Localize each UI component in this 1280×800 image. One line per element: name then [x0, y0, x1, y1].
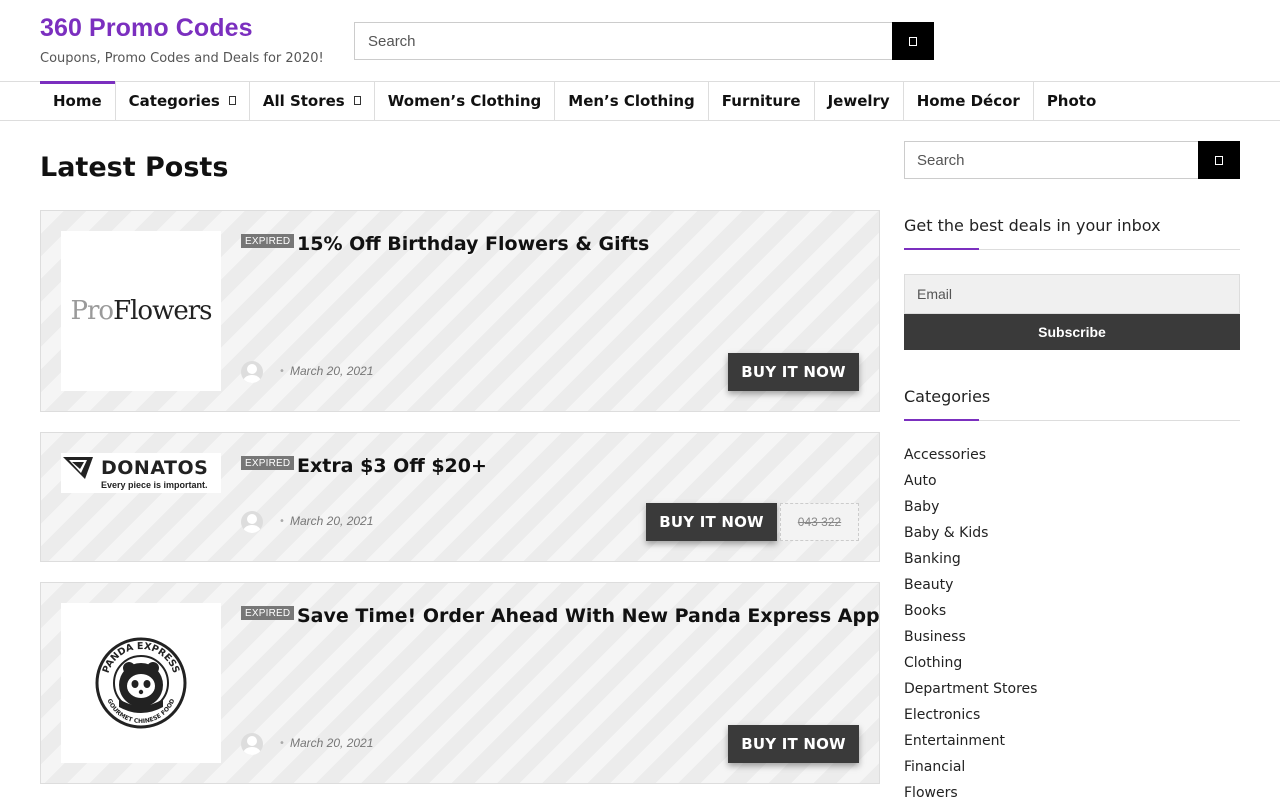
- category-link[interactable]: Clothing: [904, 653, 1037, 679]
- categories-widget-title: Categories: [904, 387, 1240, 421]
- nav-item-label: Photo: [1046, 92, 1097, 110]
- category-link[interactable]: Baby & Kids: [904, 523, 1037, 549]
- panda-express-logo: PANDA EXPRESS GOURMET CHINESE FOOD: [95, 637, 187, 729]
- logo-tagline: Every piece is important.: [101, 480, 208, 490]
- nav-item-label: Jewelry: [827, 92, 890, 110]
- expired-badge: EXPIRED: [241, 606, 295, 620]
- post-title[interactable]: 15% Off Birthday Flowers & Gifts: [297, 233, 649, 255]
- category-link[interactable]: Beauty: [904, 575, 1037, 601]
- site-header: 360 Promo Codes Coupons, Promo Codes and…: [0, 0, 1280, 82]
- nav-item-jewelry[interactable]: Jewelry: [815, 82, 904, 120]
- page-title: Latest Posts: [40, 152, 229, 183]
- donatos-logo: DONATOS Every piece is important.: [61, 453, 221, 493]
- category-link[interactable]: Electronics: [904, 705, 1037, 731]
- store-logo-proflowers[interactable]: ProFlowers: [61, 231, 221, 391]
- meta-separator: •: [279, 516, 285, 527]
- logo-text: DONATOS: [101, 457, 209, 479]
- proflowers-logo: ProFlowers: [70, 296, 213, 326]
- buy-it-now-button[interactable]: BUY IT NOW: [728, 353, 859, 391]
- nav-list: Home Categories All Stores Women’s Cloth…: [40, 81, 1109, 120]
- category-link[interactable]: Auto: [904, 471, 1037, 497]
- site-tagline: Coupons, Promo Codes and Deals for 2020!: [40, 51, 324, 66]
- nav-item-label: Women’s Clothing: [387, 92, 542, 110]
- email-field[interactable]: [904, 274, 1240, 314]
- post-date: March 20, 2021: [290, 364, 374, 378]
- category-list: Accessories Auto Baby Baby & Kids Bankin…: [904, 445, 1037, 800]
- category-link[interactable]: Books: [904, 601, 1037, 627]
- nav-item-label: Categories: [128, 92, 220, 110]
- expired-badge: EXPIRED: [241, 234, 295, 248]
- subscribe-button[interactable]: Subscribe: [904, 314, 1240, 350]
- donatos-mark-icon: [63, 457, 93, 479]
- user-avatar-icon: [241, 361, 263, 383]
- post-date: March 20, 2021: [290, 514, 374, 528]
- nav-item-home-decor[interactable]: Home Décor: [904, 82, 1034, 120]
- store-logo-donatos[interactable]: DONATOS Every piece is important.: [61, 453, 221, 493]
- newsletter-widget-title: Get the best deals in your inbox: [904, 216, 1240, 250]
- user-avatar-icon: [241, 511, 263, 533]
- buy-it-now-button[interactable]: BUY IT NOW: [728, 725, 859, 763]
- post-card: DONATOS Every piece is important. EXPIRE…: [40, 432, 880, 562]
- nav-item-label: Men’s Clothing: [568, 92, 695, 110]
- expired-badge: EXPIRED: [241, 456, 295, 470]
- nav-item-label: Home: [53, 92, 102, 110]
- sidebar-search-input[interactable]: [904, 141, 1198, 179]
- category-link[interactable]: Department Stores: [904, 679, 1037, 705]
- header-search-button[interactable]: [892, 22, 934, 60]
- user-avatar-icon: [241, 733, 263, 755]
- nav-item-label: All Stores: [262, 92, 345, 110]
- post-title[interactable]: Save Time! Order Ahead With New Panda Ex…: [297, 605, 880, 627]
- sidebar-search-form: [904, 141, 1240, 179]
- chevron-down-icon: [228, 95, 236, 105]
- main-navigation: Home Categories All Stores Women’s Cloth…: [0, 81, 1280, 121]
- nav-item-furniture[interactable]: Furniture: [709, 82, 815, 120]
- sidebar-search-button[interactable]: [1198, 141, 1240, 179]
- nav-item-all-stores[interactable]: All Stores: [250, 82, 375, 120]
- store-logo-panda-express[interactable]: PANDA EXPRESS GOURMET CHINESE FOOD: [61, 603, 221, 763]
- category-link[interactable]: Baby: [904, 497, 1037, 523]
- chevron-down-icon: [353, 95, 361, 105]
- search-icon: [1215, 155, 1223, 165]
- post-date: March 20, 2021: [290, 736, 374, 750]
- category-link[interactable]: Accessories: [904, 445, 1037, 471]
- nav-item-label: Home Décor: [916, 92, 1020, 110]
- post-title[interactable]: Extra $3 Off $20+: [297, 455, 487, 477]
- category-link[interactable]: Financial: [904, 757, 1037, 783]
- nav-item-categories[interactable]: Categories: [116, 82, 250, 120]
- post-card: ProFlowers EXPIRED 15% Off Birthday Flow…: [40, 210, 880, 412]
- meta-separator: •: [279, 366, 285, 377]
- header-search-input[interactable]: [354, 22, 892, 60]
- category-link[interactable]: Flowers: [904, 783, 1037, 800]
- nav-item-womens-clothing[interactable]: Women’s Clothing: [375, 82, 556, 120]
- post-card: PANDA EXPRESS GOURMET CHINESE FOOD EXPIR…: [40, 582, 880, 784]
- coupon-code-box[interactable]: 043 322: [780, 503, 859, 541]
- nav-item-label: Furniture: [721, 92, 801, 110]
- category-link[interactable]: Entertainment: [904, 731, 1037, 757]
- category-link[interactable]: Banking: [904, 549, 1037, 575]
- nav-item-mens-clothing[interactable]: Men’s Clothing: [555, 82, 709, 120]
- buy-it-now-button[interactable]: BUY IT NOW: [646, 503, 777, 541]
- logo-text: Pro: [70, 296, 115, 326]
- meta-separator: •: [279, 738, 285, 749]
- nav-item-home[interactable]: Home: [40, 81, 116, 120]
- category-link[interactable]: Business: [904, 627, 1037, 653]
- search-icon: [909, 36, 917, 46]
- site-title[interactable]: 360 Promo Codes: [40, 14, 253, 43]
- nav-item-photo[interactable]: Photo: [1034, 82, 1109, 120]
- header-search-form: [354, 22, 934, 60]
- logo-text: Flowers: [113, 296, 212, 326]
